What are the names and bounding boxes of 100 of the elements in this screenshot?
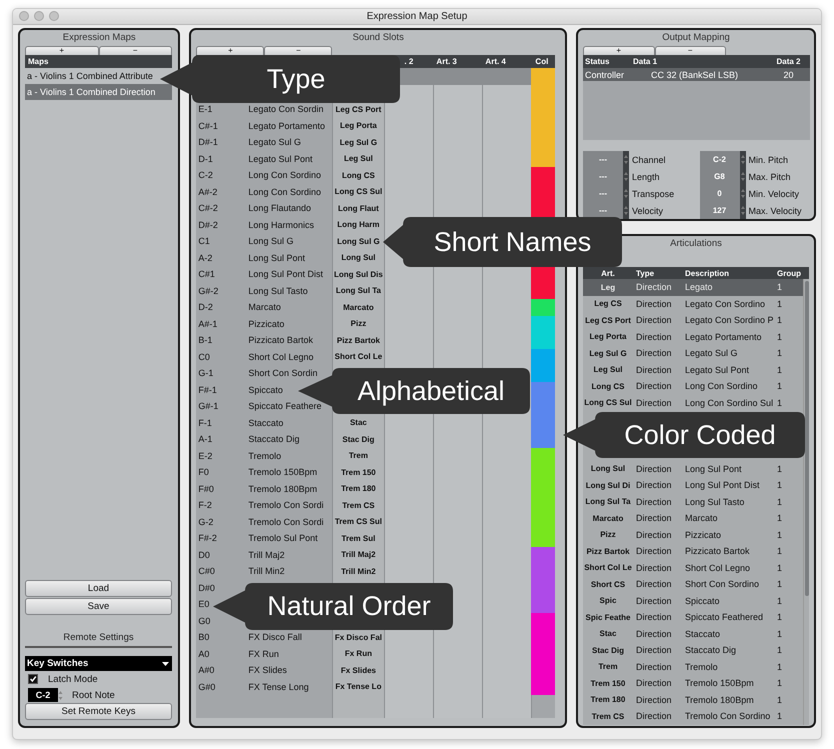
table-cell-text: Direction <box>635 546 673 556</box>
table-cell-text: Legato Con Sordino <box>684 298 766 309</box>
table-cell-text: Short Con Sordino <box>684 579 760 590</box>
remote-mode-dropdown[interactable]: Key Switches <box>25 656 172 671</box>
value-field[interactable]: 0 <box>700 185 740 202</box>
table-cell: Stac <box>350 418 367 428</box>
value-field[interactable]: G8 <box>700 168 740 185</box>
table-cell-text: CC 32 (BankSel LSB) <box>650 70 740 80</box>
table-cell: Legato Con Sordin <box>248 104 324 114</box>
map-list-item[interactable]: a - Violins 1 Combined Attribute <box>25 68 153 84</box>
value-field[interactable]: --- <box>583 151 623 168</box>
table-cell: FX Tense Long <box>248 682 309 692</box>
column-header: Art. 3 <box>435 57 458 66</box>
root-note-field[interactable]: C-2 <box>28 688 58 702</box>
table-cell-text: Direction <box>635 628 673 639</box>
table-cell: C#-2 <box>198 203 218 214</box>
field-label: Transpose <box>631 188 674 198</box>
table-cell: Leg Porta <box>340 121 377 130</box>
table-cell: Long Harmonics <box>248 220 314 230</box>
table-cell-text: Long Sul Di <box>584 480 632 490</box>
table-cell: Long CS Sul <box>583 398 633 408</box>
table-cell: G#-2 <box>198 286 218 296</box>
table-cell: G0 <box>198 616 210 626</box>
table-cell-text: 1 <box>776 381 784 392</box>
table-cell: Stac Dig <box>342 434 374 444</box>
table-cell-text: Direction <box>635 332 673 342</box>
minimize-button[interactable] <box>34 11 44 21</box>
set-remote-keys-button[interactable]: Set Remote Keys <box>25 703 172 720</box>
table-cell-text: Direction <box>635 711 673 722</box>
table-cell: Legato Sul G <box>248 137 301 148</box>
table-cell: E0 <box>198 599 210 610</box>
table-cell-text: Direction <box>635 694 673 705</box>
table-cell-text: Pizzicato <box>684 530 722 540</box>
table-cell-text: Spiccato <box>684 596 721 606</box>
table-cell-text: 1 <box>776 628 784 639</box>
table-cell: Long Harm <box>337 220 380 230</box>
scrollbar-thumb[interactable] <box>805 281 809 596</box>
table-cell: C#1 <box>198 269 215 280</box>
add-button[interactable]: + <box>25 46 98 55</box>
table-cell: Long CS Sul <box>334 187 382 196</box>
table-cell-text: 1 <box>776 398 784 408</box>
table-cell-text: 1 <box>776 662 784 672</box>
table-cell-text: Tremolo 150Bpm <box>684 678 755 688</box>
table-cell-text: Long Con Sordino <box>684 381 759 392</box>
save-button[interactable]: Save <box>25 598 172 615</box>
zoom-button[interactable] <box>49 11 59 21</box>
add-button[interactable]: + <box>196 46 264 55</box>
table-cell-text: 1 <box>776 645 784 656</box>
panel-title: Output Mapping <box>662 31 730 45</box>
table-cell-text: Direction <box>635 530 673 540</box>
table-cell: Long Flautando <box>248 203 311 214</box>
table-cell: C0 <box>198 352 210 362</box>
table-cell: Pizz Bartok <box>336 336 380 345</box>
load-button[interactable]: Load <box>25 580 172 597</box>
table-cell: Trem CS <box>342 500 375 510</box>
table-cell: G#0 <box>198 682 216 692</box>
caret-icon <box>162 662 169 666</box>
value-field[interactable]: C-2 <box>700 151 740 168</box>
latch-mode-checkbox[interactable] <box>28 674 38 684</box>
table-cell-text: Direction <box>635 298 673 309</box>
column-header: Art. 4 <box>484 57 507 66</box>
panel-title: Sound Slots <box>352 31 404 45</box>
table-cell: Trem 150 <box>341 468 376 477</box>
close-button[interactable] <box>19 11 29 21</box>
table-cell-text: Staccato <box>684 628 722 639</box>
table-cell: Short Col Le <box>334 352 382 362</box>
table-cell: E-1 <box>198 104 212 114</box>
table-cell: A-1 <box>198 434 212 444</box>
table-cell: Long CS <box>342 170 375 180</box>
table-cell-text: Long CS <box>590 382 626 391</box>
table-cell: FX Run <box>248 648 279 659</box>
table-cell-text: Tremolo 180Bpm <box>684 694 755 705</box>
table-cell: Tremolo Con Sordi <box>248 500 324 510</box>
table-cell: Trem CS Sul <box>334 517 382 526</box>
value-field[interactable]: --- <box>583 202 623 219</box>
table-cell-text: 1 <box>776 364 784 375</box>
remove-button[interactable]: − <box>98 46 172 55</box>
table-cell-text: Trem CS <box>590 712 626 721</box>
table-cell: F#0 <box>198 484 214 494</box>
value-field[interactable]: --- <box>583 168 623 185</box>
value-field[interactable]: 127 <box>700 202 740 219</box>
stepper-arrows-icon[interactable] <box>623 151 629 168</box>
map-list-item[interactable]: a - Violins 1 Combined Direction <box>25 84 172 100</box>
table-cell: Trill Maj2 <box>341 550 376 560</box>
table-cell: Legato Sul Pont <box>248 154 312 164</box>
remove-button[interactable]: − <box>654 46 726 55</box>
value-field[interactable]: --- <box>583 185 623 202</box>
table-cell: F-2 <box>198 500 212 510</box>
table-cell-text: 1 <box>776 711 784 722</box>
table-cell-text: Marcato <box>684 513 719 524</box>
table-cell-text: Direction <box>635 678 673 688</box>
callout-label: Color Coded <box>563 412 805 458</box>
table-cell-text: 1 <box>776 513 784 524</box>
table-cell: Spiccato Feathere <box>248 401 322 412</box>
add-button[interactable]: + <box>583 46 654 55</box>
table-cell-text: Direction <box>635 315 673 326</box>
table-cell: F#-1 <box>198 384 217 395</box>
callout-label: Natural Order <box>213 583 453 630</box>
remove-button[interactable]: − <box>264 46 332 55</box>
stepper-arrows-icon[interactable] <box>623 202 629 219</box>
